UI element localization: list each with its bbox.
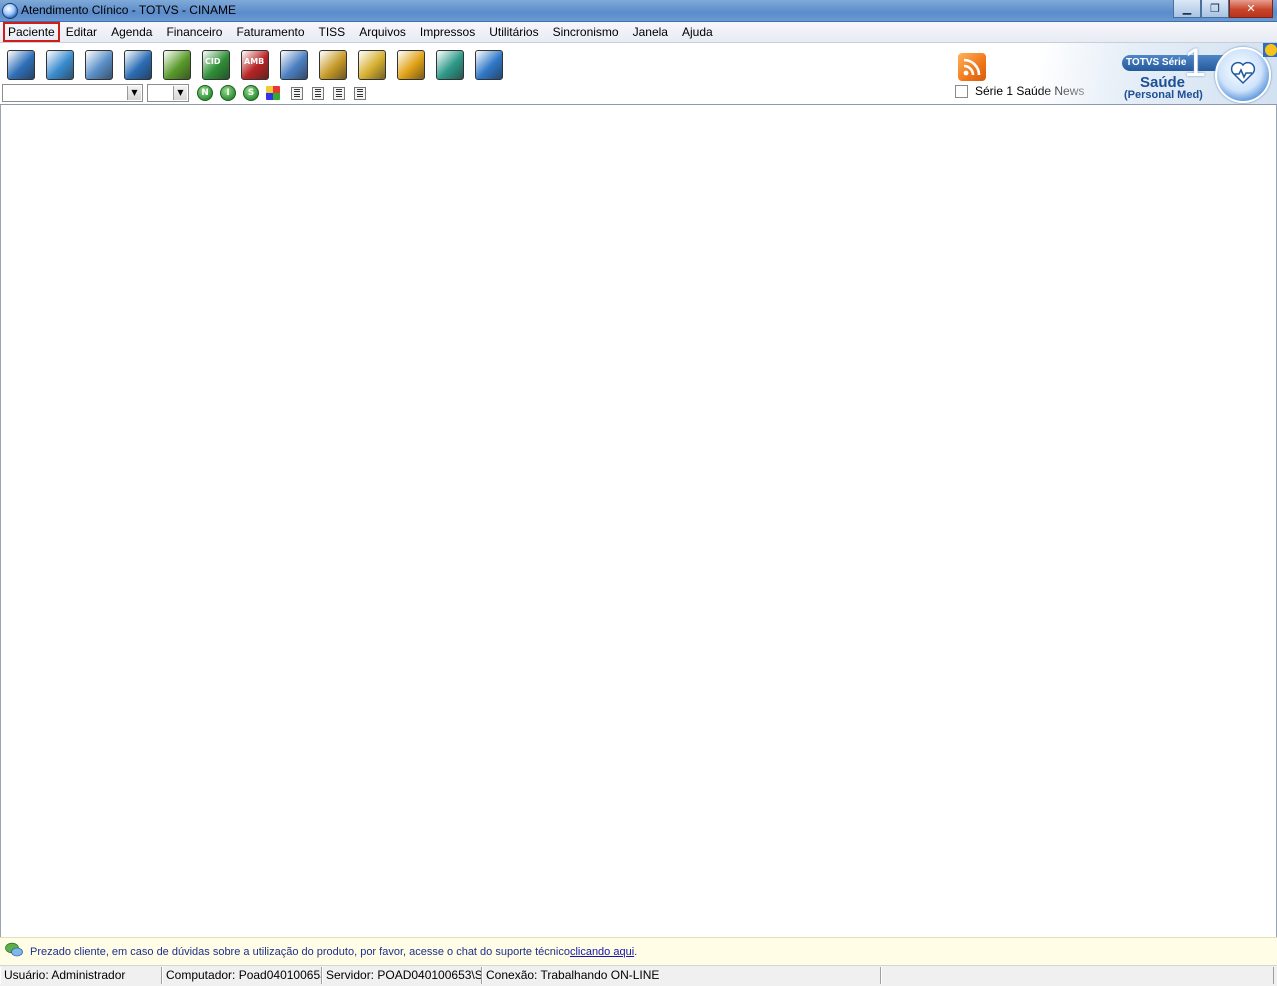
align-buttons xyxy=(291,86,375,100)
status-server: Servidor: POAD040100653\SQ xyxy=(322,967,482,984)
notes-book-icon[interactable] xyxy=(355,48,387,80)
status-bar: Usuário: Administrador Computador: Poad0… xyxy=(0,965,1277,986)
chat-icon xyxy=(5,942,23,961)
chevron-down-icon[interactable]: ▼ xyxy=(127,86,141,100)
menu-ajuda[interactable]: Ajuda xyxy=(675,23,720,41)
support-chat-link[interactable]: clicando aqui xyxy=(570,946,634,958)
menu-tiss[interactable]: TISS xyxy=(312,23,353,41)
patient-book-icon[interactable] xyxy=(4,48,36,80)
format-toolbar: ▼ ▼ NIS xyxy=(2,84,375,102)
patient-book-shape xyxy=(7,50,35,80)
app-icon xyxy=(2,3,18,19)
amb-book-icon[interactable]: AMB xyxy=(238,48,270,80)
sync-shape xyxy=(397,50,425,80)
size-combo[interactable]: ▼ xyxy=(147,84,189,102)
menu-impressos[interactable]: Impressos xyxy=(413,23,482,41)
print-doc-shape xyxy=(319,50,347,80)
status-extra xyxy=(881,967,1274,984)
align-left-icon[interactable] xyxy=(312,86,324,100)
menu-agenda[interactable]: Agenda xyxy=(104,23,159,41)
status-connection: Conexão: Trabalhando ON-LINE xyxy=(482,967,881,984)
support-infobar: Prezado cliente, em caso de dúvidas sobr… xyxy=(0,937,1277,965)
print-doc-icon[interactable] xyxy=(316,48,348,80)
bold-icon[interactable]: N xyxy=(197,85,213,101)
list-icon[interactable] xyxy=(291,86,303,100)
window-controls: ▁ ❐ ✕ xyxy=(1173,0,1273,18)
phone-book-shape xyxy=(124,50,152,80)
italic-icon[interactable]: I xyxy=(220,85,236,101)
search-shape xyxy=(475,50,503,80)
align-center-icon[interactable] xyxy=(333,86,345,100)
chevron-down-icon[interactable]: ▼ xyxy=(173,86,187,100)
notes-book-shape xyxy=(358,50,386,80)
menu-financeiro[interactable]: Financeiro xyxy=(159,23,229,41)
status-user: Usuário: Administrador xyxy=(0,967,162,984)
rss-icon[interactable] xyxy=(958,53,986,81)
money-shape xyxy=(163,50,191,80)
amb-book-text: AMB xyxy=(244,57,265,66)
align-right-icon[interactable] xyxy=(354,86,366,100)
support-message-end: . xyxy=(634,945,638,958)
menu-janela[interactable]: Janela xyxy=(626,23,675,41)
format-buttons: NIS xyxy=(197,85,287,101)
logo-edition: (Personal Med) xyxy=(1124,89,1203,101)
news-checkbox[interactable] xyxy=(955,84,968,98)
toolbar: CID AMB ▼ ▼ NIS Série 1 Saúde News TOTVS … xyxy=(0,43,1277,105)
open-book-icon[interactable] xyxy=(82,48,114,80)
money-icon[interactable] xyxy=(160,48,192,80)
status-computer: Computador: Poad040100653 xyxy=(162,967,322,984)
color-grid-icon[interactable] xyxy=(266,86,280,100)
underline-icon[interactable]: S xyxy=(243,85,259,101)
menu-paciente[interactable]: Paciente xyxy=(3,22,60,42)
maximize-button[interactable]: ❐ xyxy=(1201,0,1229,18)
user-lock-icon[interactable] xyxy=(277,48,309,80)
cid-book-icon[interactable]: CID xyxy=(199,48,231,80)
minimize-button[interactable]: ▁ xyxy=(1173,0,1201,18)
menu-bar: Paciente Editar Agenda Financeiro Fatura… xyxy=(0,22,1277,43)
logo-badge: TOTVS Série xyxy=(1122,55,1230,71)
menu-sincronismo[interactable]: Sincronismo xyxy=(546,23,626,41)
close-button[interactable]: ✕ xyxy=(1229,0,1273,18)
mdi-workspace[interactable] xyxy=(0,105,1277,937)
user-lock-shape xyxy=(280,50,308,80)
open-book-shape xyxy=(85,50,113,80)
sync-icon[interactable] xyxy=(394,48,426,80)
menu-utilitarios[interactable]: Utilitários xyxy=(482,23,545,41)
lab-flask-shape xyxy=(436,50,464,80)
logo-number: 1 xyxy=(1184,43,1207,85)
font-combo[interactable]: ▼ xyxy=(2,84,143,102)
records-book-shape xyxy=(46,50,74,80)
window-title: Atendimento Clínico - TOTVS - CINAME xyxy=(21,3,236,17)
records-book-icon[interactable] xyxy=(43,48,75,80)
cid-book-text: CID xyxy=(205,57,221,66)
menu-editar[interactable]: Editar xyxy=(59,23,104,41)
menu-faturamento[interactable]: Faturamento xyxy=(229,23,311,41)
lab-flask-icon[interactable] xyxy=(433,48,465,80)
search-icon[interactable] xyxy=(472,48,504,80)
totvs-logo: TOTVS Série 1 Saúde (Personal Med) xyxy=(1040,43,1277,104)
support-message: Prezado cliente, em caso de dúvidas sobr… xyxy=(30,945,570,958)
smiley-icon xyxy=(1265,44,1277,56)
toolbar-icon-row: CID AMB xyxy=(4,48,511,80)
phone-book-icon[interactable] xyxy=(121,48,153,80)
window-titlebar[interactable]: Atendimento Clínico - TOTVS - CINAME ▁ ❐… xyxy=(0,0,1277,22)
menu-arquivos[interactable]: Arquivos xyxy=(352,23,413,41)
